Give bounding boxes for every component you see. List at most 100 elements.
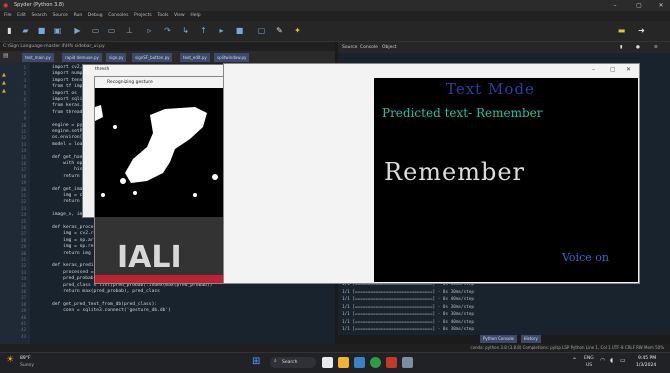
line-number: 2: [23, 71, 26, 77]
save-all-icon[interactable]: ▣: [52, 25, 63, 36]
line-number: 8: [23, 109, 26, 115]
open-file-icon[interactable]: ▰: [20, 25, 31, 36]
menu-search[interactable]: Search: [31, 11, 46, 21]
minimize-button[interactable]: –: [592, 66, 595, 73]
code-line[interactable]: conn = sqlite3.connect('gesture_db.db'): [52, 308, 171, 313]
line-number: 1: [23, 65, 26, 70]
code-line[interactable]: return max(pred_probab), pred_class: [52, 289, 160, 294]
maximize-pane-icon[interactable]: ▢: [256, 25, 267, 36]
weather-icon[interactable]: ☀: [6, 355, 14, 365]
tab-source[interactable]: Source: [342, 42, 357, 53]
run-cell-icon[interactable]: ▭: [90, 25, 101, 36]
tab-console[interactable]: Console: [360, 42, 378, 53]
code-line[interactable]: import os: [52, 91, 77, 96]
tab-file-1[interactable]: test_main.py: [22, 53, 54, 62]
spyder-logo-icon: ◉: [3, 2, 9, 9]
menu-tools[interactable]: Tools: [157, 11, 168, 21]
line-number: 16: [21, 161, 26, 166]
line-number: 40: [21, 314, 26, 320]
menu-help[interactable]: Help: [190, 11, 200, 21]
lock-icon[interactable]: ▮: [620, 42, 622, 53]
text-canvas: Text Mode Predicted text- Remember Remem…: [374, 78, 638, 282]
run-cell-advance-icon[interactable]: ▭: [106, 25, 117, 36]
close-button[interactable]: ✕: [654, 1, 668, 10]
warning-icon[interactable]: ▲: [2, 88, 6, 94]
search-box[interactable]: ⌕ Search: [270, 357, 316, 368]
warning-icon[interactable]: ▲: [2, 80, 6, 86]
volume-icon[interactable]: ◖: [610, 357, 613, 364]
menu-file[interactable]: File: [4, 11, 12, 21]
continue-icon[interactable]: ▸: [216, 25, 227, 36]
code-line[interactable]: return img: [52, 251, 91, 256]
line-number: 25: [21, 218, 26, 224]
line-number: 19: [21, 180, 26, 186]
console-output-line: 1/1 [==============================] - 0…: [342, 319, 474, 325]
taskbar: ☀ 89°F Sunny ⊞ ⌕ Search ⌃ ENG US ◠ ◖ ▭ 9…: [0, 352, 670, 373]
chrome-icon[interactable]: [370, 357, 381, 368]
app-icon[interactable]: [402, 357, 413, 368]
console-output-line: 1/1 [==============================] - 0…: [342, 304, 474, 310]
maximize-button[interactable]: ▢: [610, 66, 616, 73]
new-file-icon[interactable]: ▮: [4, 25, 15, 36]
tab-object[interactable]: Object: [382, 42, 397, 53]
menu-consoles[interactable]: Consoles: [108, 11, 128, 21]
python-path-icon[interactable]: ✦: [292, 25, 303, 36]
close-button[interactable]: ✕: [626, 66, 631, 73]
console-output-line: 1/1 [==============================] - 0…: [342, 327, 474, 332]
language[interactable]: ENG: [584, 356, 594, 361]
line-number: 27: [21, 231, 26, 237]
step-icon[interactable]: ↷: [162, 25, 173, 36]
line-number: 39: [21, 308, 26, 314]
line-number: 43: [21, 333, 26, 339]
menu-projects[interactable]: Projects: [134, 11, 152, 21]
run-selection-icon[interactable]: ⊥: [124, 25, 135, 36]
step-into-icon[interactable]: ↳: [180, 25, 191, 36]
minimize-button[interactable]: –: [608, 1, 622, 10]
line-number: 26: [21, 225, 26, 230]
chevron-up-icon[interactable]: ⌃: [572, 357, 577, 364]
menu-edit[interactable]: Edit: [17, 11, 26, 21]
thresh-window-title: thresh: [83, 65, 233, 75]
battery-icon[interactable]: ▭: [620, 357, 626, 364]
wifi-icon[interactable]: ◠: [600, 357, 605, 364]
tab-history[interactable]: History: [520, 335, 541, 343]
dot-icon[interactable]: ●: [636, 42, 640, 53]
warning-icon[interactable]: ▲: [2, 72, 6, 78]
tab-python-console[interactable]: Python Console: [480, 335, 518, 343]
line-number: 35: [21, 282, 26, 288]
run-icon[interactable]: ▶: [72, 25, 83, 36]
menu-run[interactable]: Run: [74, 11, 83, 21]
menu-debug[interactable]: Debug: [88, 11, 103, 21]
line-number: 22: [21, 199, 26, 205]
code-line[interactable]: def get_pred_text_from_db(pred_class):: [52, 302, 157, 307]
browse-folder-icon[interactable]: ▬: [616, 25, 627, 36]
tab-file-2[interactable]: rapid demuxe.py: [62, 53, 102, 62]
tab-file-4[interactable]: signSF_button.py: [132, 53, 173, 62]
recognized-word: Remember: [384, 158, 526, 186]
parent-dir-icon[interactable]: ➜: [636, 25, 647, 36]
toolbar: ▮ ▰ ■ ▣ ▶ ▭ ▭ ⊥ ▹ ↷ ↳ ↑ ▸ ■ ▢ ✎ ✦ C:\Use…: [0, 21, 670, 57]
debug-icon[interactable]: ▹: [144, 25, 155, 36]
preferences-icon[interactable]: ✎: [274, 25, 285, 36]
file-explorer-icon[interactable]: [338, 357, 349, 368]
text-output-window[interactable]: – ▢ ✕ Text Mode Predicted text- Remember…: [223, 63, 640, 284]
tab-file-3[interactable]: sign.py: [106, 53, 127, 62]
line-number: 32: [21, 263, 26, 269]
tab-file-5[interactable]: text_edit.py: [180, 53, 210, 62]
menu-view[interactable]: View: [174, 11, 185, 21]
options-icon[interactable]: ≡: [654, 42, 658, 53]
spyder-app-icon[interactable]: [386, 357, 397, 368]
step-return-icon[interactable]: ↑: [198, 25, 209, 36]
menu-source[interactable]: Source: [53, 11, 68, 21]
browse-tabs-icon[interactable]: ▤: [3, 52, 9, 59]
clock-time[interactable]: 9:45 PM: [638, 356, 656, 361]
editor-file-path: C:\Sign Language-master 4\Hfs sidebar_ui…: [0, 42, 335, 51]
task-view-icon[interactable]: [322, 357, 333, 368]
save-icon[interactable]: ■: [36, 25, 47, 36]
tab-file-6[interactable]: splitwindow.py: [214, 53, 250, 62]
maximize-button[interactable]: ▢: [632, 1, 646, 10]
start-icon[interactable]: ⊞: [252, 357, 260, 367]
console-output-line: 1/1 [==============================] - 0…: [342, 297, 474, 302]
stop-debug-icon[interactable]: ■: [234, 25, 245, 36]
edge-icon[interactable]: [354, 357, 365, 368]
